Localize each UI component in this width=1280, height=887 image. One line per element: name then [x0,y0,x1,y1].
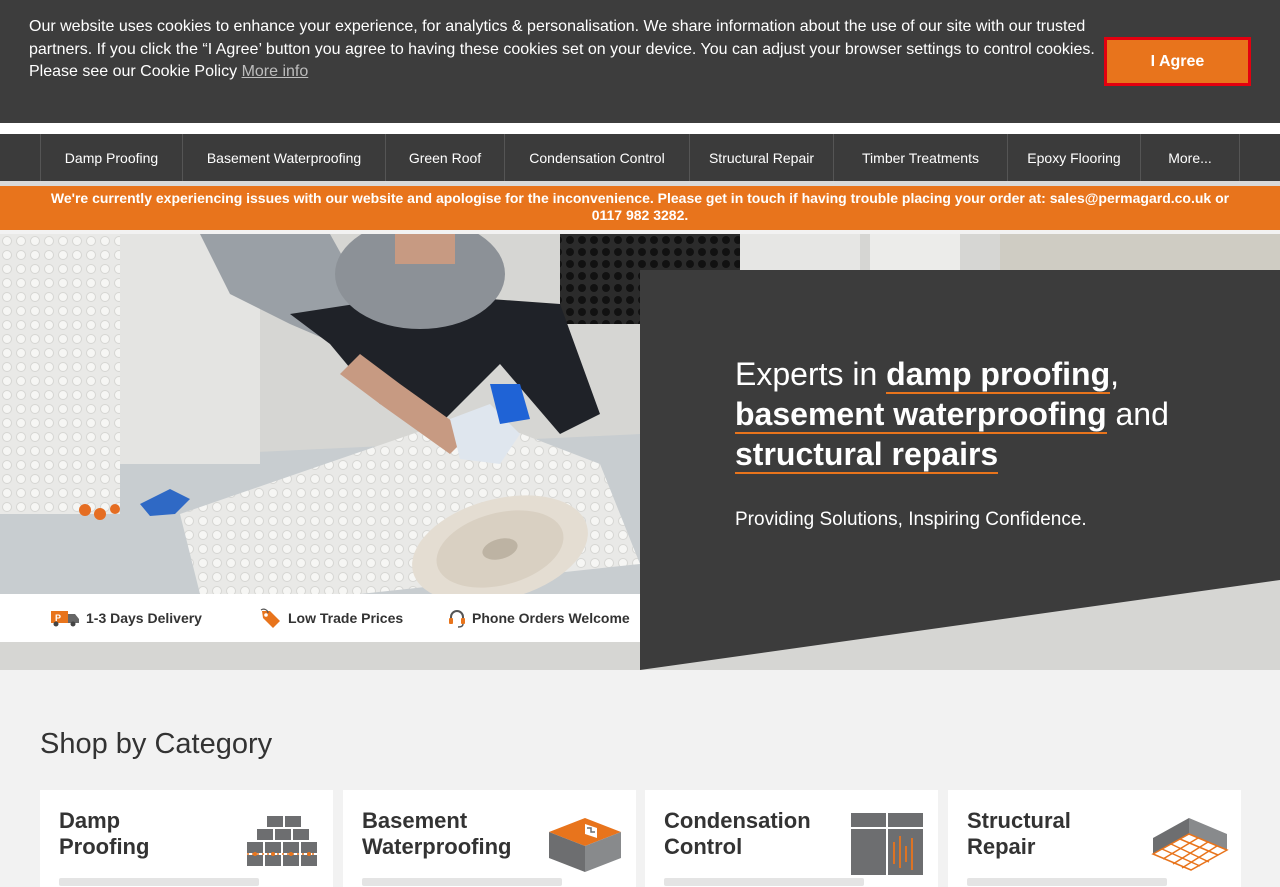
card-title: Structural Repair [967,808,1071,860]
nav-item-green-roof[interactable]: Green Roof [386,134,505,181]
hero-heading: Experts in damp proofing, basement water… [735,354,1195,474]
cookie-banner: Our website uses cookies to enhance your… [0,0,1280,123]
category-card-structural-repair[interactable]: Structural Repair [948,790,1241,887]
nav-item-timber-treatments[interactable]: Timber Treatments [834,134,1008,181]
usp-phone-text: Phone Orders Welcome [472,610,630,626]
usp-prices-text: Low Trade Prices [288,610,404,626]
basement-icon [549,818,621,872]
usp-bar: P 1-3 Days Delivery Low Trade Prices Pho… [0,594,640,642]
headset-icon [449,610,465,628]
card-description [664,878,864,886]
window-icon [851,813,923,875]
nav-item-more[interactable]: More... [1141,134,1240,181]
nav-item-damp-proofing[interactable]: Damp Proofing [41,134,183,181]
category-card-condensation-control[interactable]: Condensation Control [645,790,938,887]
hero-highlight-structural-repairs: structural repairs [735,436,999,474]
usp-phone: Phone Orders Welcome [448,594,630,642]
alert-banner: We're currently experiencing issues with… [0,186,1280,230]
card-title: Condensation Control [664,808,811,860]
nav-item-basement-waterproofing[interactable]: Basement Waterproofing [183,134,386,181]
category-card-basement-waterproofing[interactable]: Basement Waterproofing [343,790,636,887]
main-nav: Damp Proofing Basement Waterproofing Gre… [0,134,1280,181]
card-title-line2: Proofing [59,834,150,859]
usp-delivery-text: 1-3 Days Delivery [86,610,202,626]
price-tag-icon [260,608,280,628]
hero-highlight-basement-waterproofing: basement waterproofing [735,396,1107,434]
nav-item-epoxy-flooring[interactable]: Epoxy Flooring [1008,134,1141,181]
hero-sep-2: and [1106,396,1169,432]
card-title-line2: Waterproofing [362,834,512,859]
cookie-message: Our website uses cookies to enhance your… [29,18,1095,58]
card-title-line1: Damp [59,808,121,833]
shop-by-category-title: Shop by Category [40,728,273,760]
category-card-damp-proofing[interactable]: Damp Proofing [40,790,333,887]
card-description [362,878,562,886]
hero-sep-1: , [1110,356,1120,392]
hero-heading-prefix: Experts in [735,356,887,392]
svg-text:P: P [55,613,61,623]
usp-prices: Low Trade Prices [260,594,403,642]
card-title-line1: Condensation [664,808,811,833]
hero-subtitle: Providing Solutions, Inspiring Confidenc… [735,509,1087,530]
usp-delivery: P 1-3 Days Delivery [50,594,202,642]
cookie-policy-text: Please see our Cookie Policy [29,63,242,80]
card-title-line1: Structural [967,808,1071,833]
cookie-text: Our website uses cookies to enhance your… [29,16,1099,84]
nav-item-structural-repair[interactable]: Structural Repair [690,134,834,181]
delivery-van-icon: P [51,611,79,627]
bricks-icon [247,816,317,866]
card-title-line2: Control [664,834,743,859]
card-title-line1: Basement [362,808,468,833]
card-title: Basement Waterproofing [362,808,512,860]
header-strip [0,123,1280,134]
card-description [59,878,259,886]
card-title: Damp Proofing [59,808,149,860]
agree-button[interactable]: I Agree [1104,37,1251,86]
more-info-link[interactable]: More info [242,63,309,80]
card-title-line2: Repair [967,834,1036,859]
nav-item-condensation-control[interactable]: Condensation Control [505,134,690,181]
hero-highlight-damp-proofing: damp proofing [886,356,1111,394]
floor-grid-icon [1151,818,1229,871]
card-description [967,878,1167,886]
